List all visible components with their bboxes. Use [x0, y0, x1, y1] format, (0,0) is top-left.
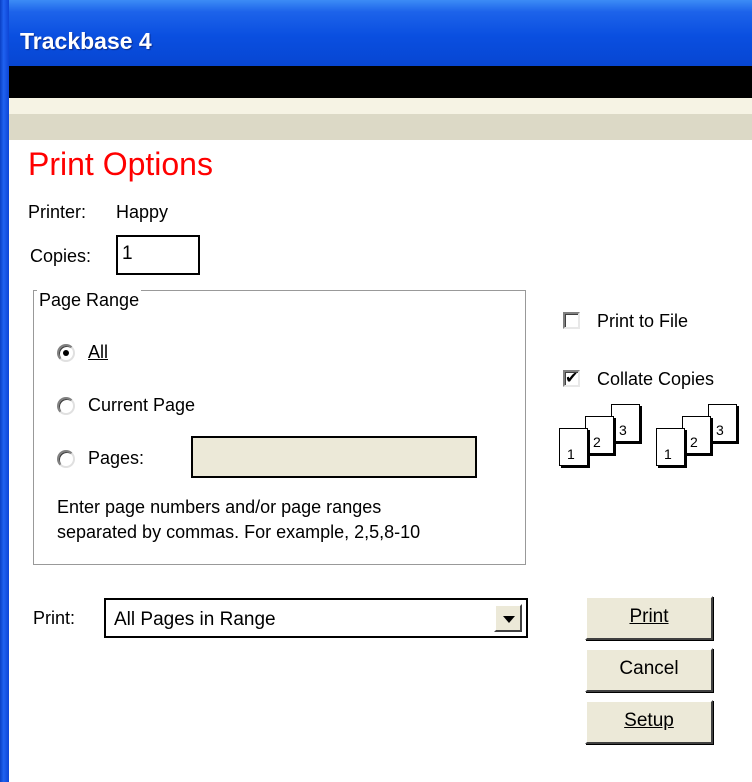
collate-copies-checkbox[interactable]: ✔ — [563, 370, 580, 387]
collate-page-icon: 3 — [611, 404, 640, 442]
cancel-button[interactable]: Cancel — [585, 648, 713, 692]
page-title: Print Options — [28, 146, 213, 182]
collate-page-icon: 1 — [559, 428, 588, 466]
header-band-tan — [9, 114, 752, 140]
copies-label: Copies: — [30, 246, 92, 266]
printer-label: Printer: — [28, 202, 87, 222]
setup-button[interactable]: Setup — [585, 700, 713, 744]
collate-page-icon: 3 — [708, 404, 737, 442]
header-band-dark — [9, 66, 752, 98]
print-button[interactable]: Print — [585, 596, 713, 640]
page-range-hint-line1: Enter page numbers and/or page ranges — [57, 497, 382, 517]
window-title: Trackbase 4 — [20, 28, 152, 54]
radio-current-page-button[interactable] — [57, 397, 75, 415]
radio-all-label[interactable]: All — [88, 342, 108, 363]
header-band-light — [9, 98, 752, 114]
radio-pages-label[interactable]: Pages: — [88, 448, 144, 469]
collate-page-icon: 2 — [585, 416, 614, 454]
title-bar[interactable]: Trackbase 4 — [0, 0, 752, 66]
collate-page-icon: 1 — [656, 428, 685, 466]
radio-current-page-label[interactable]: Current Page — [88, 395, 195, 416]
collate-copies-label[interactable]: Collate Copies — [597, 369, 714, 390]
page-range-hint-line2: separated by commas. For example, 2,5,8-… — [57, 522, 421, 542]
printer-name: Happy — [116, 202, 169, 222]
copies-input[interactable]: 1 — [116, 235, 200, 275]
dropdown-arrow-icon[interactable] — [494, 604, 522, 632]
print-select-value: All Pages in Range — [114, 609, 276, 630]
radio-pages-button[interactable] — [57, 450, 75, 468]
pages-input[interactable] — [191, 436, 477, 478]
print-select[interactable]: All Pages in Range — [104, 598, 528, 638]
window-left-border — [0, 0, 9, 782]
print-select-label: Print: — [33, 608, 76, 628]
print-to-file-checkbox[interactable] — [563, 312, 580, 329]
radio-all-button[interactable] — [57, 344, 75, 362]
page-range-legend: Page Range — [37, 290, 142, 311]
print-to-file-label[interactable]: Print to File — [597, 311, 688, 332]
collate-page-icon: 2 — [682, 416, 711, 454]
